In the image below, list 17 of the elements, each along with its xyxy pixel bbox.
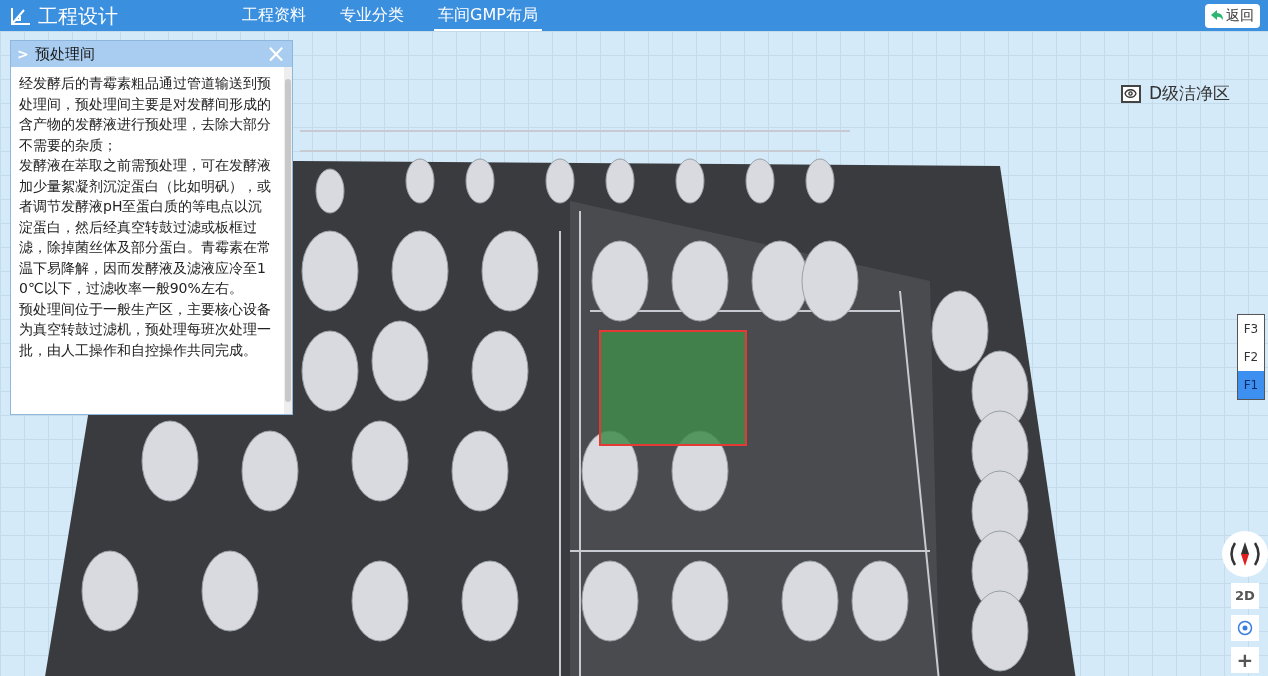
description-paragraph: 预处理间位于一般生产区，主要核心设备为真空转鼓过滤机，预处理每班次处理一批，由人工操作和自控操作共同完成。: [19, 299, 272, 360]
back-button[interactable]: 返回: [1205, 3, 1260, 28]
app-title: 工程设计: [38, 2, 118, 30]
target-icon: [1237, 620, 1253, 636]
description-paragraph: 经发酵后的青霉素粗品通过管道输送到预处理间，预处理间主要是对发酵间形成的含产物的发酵液进行预处理，去除大部分不需要的杂质；: [19, 74, 272, 155]
description-paragraph: 发酵液在萃取之前需预处理，可在发酵液加少量絮凝剂沉淀蛋白（比如明矾），或者调节发酵液pH至蛋白质的等电点以沉淀蛋白，然后经真空转鼓过滤或板框过滤，除掉菌丝体及部分蛋白。青霉素在常温下易降解，因而发酵液及滤液应冷至10℃以下，过滤收率一般90%左右。: [19, 156, 272, 298]
panel-marker: >: [17, 44, 29, 64]
reply-arrow-icon: [1211, 10, 1224, 21]
view-mode-button[interactable]: 2D: [1231, 583, 1259, 609]
locate-button[interactable]: [1231, 615, 1259, 641]
zoom-in-button[interactable]: +: [1231, 647, 1259, 673]
panel-title: 预处理间: [34, 43, 95, 65]
zone-visibility-toggle[interactable]: D级洁净区: [1120, 81, 1230, 107]
drafting-tools-icon: [10, 5, 32, 26]
compass-button[interactable]: [1222, 531, 1268, 577]
scrollbar[interactable]: [284, 67, 292, 414]
floor-button[interactable]: F1: [1238, 371, 1264, 399]
